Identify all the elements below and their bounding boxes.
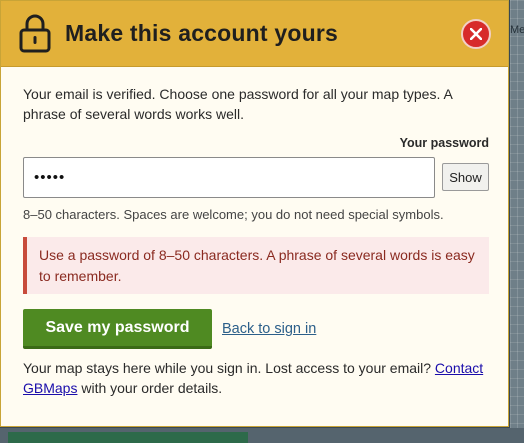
map-edge bbox=[510, 0, 524, 443]
dialog-title: Make this account yours bbox=[65, 20, 339, 46]
save-password-button[interactable]: Save my password bbox=[23, 309, 212, 349]
close-icon bbox=[470, 28, 482, 40]
map-label: Mes bbox=[510, 24, 524, 36]
lock-icon bbox=[19, 14, 51, 53]
close-button[interactable] bbox=[461, 19, 491, 49]
footer-text-before: Your map stays here while you sign in. L… bbox=[23, 360, 435, 376]
footer-text: Your map stays here while you sign in. L… bbox=[23, 358, 493, 398]
password-hint: 8–50 characters. Spaces are welcome; you… bbox=[23, 207, 444, 222]
footer-text-after: with your order details. bbox=[77, 380, 223, 396]
intro-text: Your email is verified. Choose one passw… bbox=[23, 86, 453, 122]
dialog-header: Make this account yours bbox=[1, 1, 508, 67]
password-label: Your password bbox=[399, 136, 489, 150]
show-password-button[interactable]: Show bbox=[442, 163, 489, 191]
error-message: Use a password of 8–50 characters. A phr… bbox=[23, 237, 489, 294]
background-button-peek bbox=[8, 432, 248, 443]
set-password-dialog: Make this account yours Your email is ve… bbox=[0, 0, 509, 427]
password-field[interactable] bbox=[23, 157, 435, 198]
back-to-sign-in-link[interactable]: Back to sign in bbox=[222, 321, 316, 337]
